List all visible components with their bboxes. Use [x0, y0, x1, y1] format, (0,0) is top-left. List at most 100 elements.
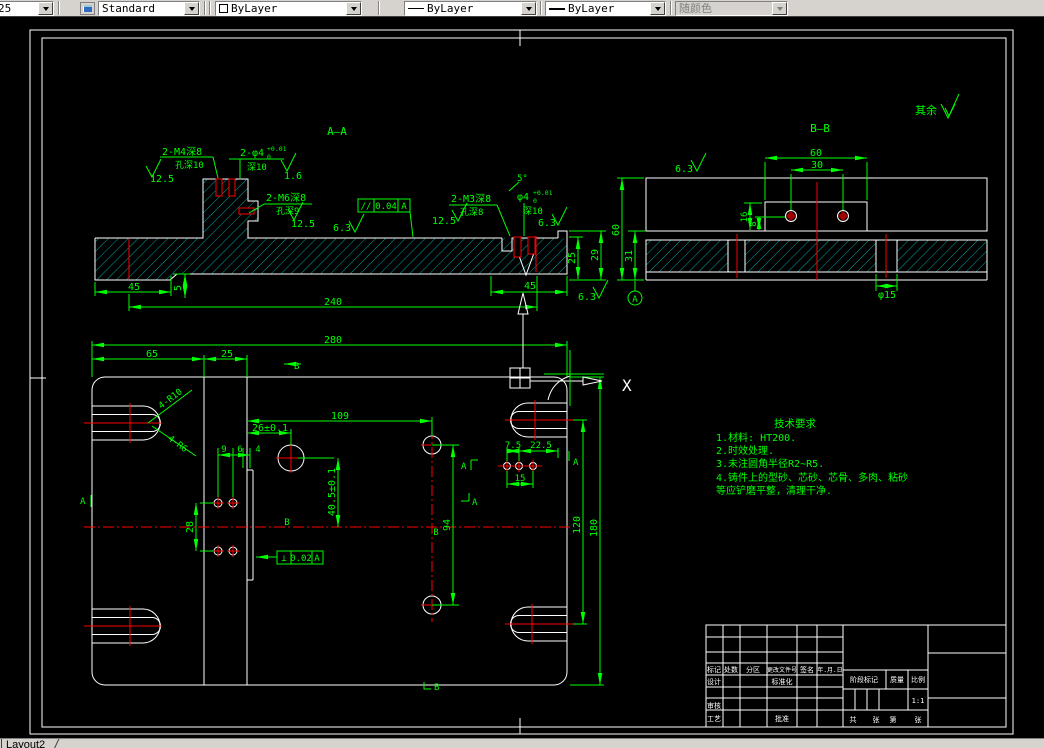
color-value: ByLayer [231, 2, 278, 15]
fcf-value: 0.02 [290, 554, 312, 564]
note-text: 深10 [523, 206, 543, 217]
properties-toolbar: 25 Standard ByLayer ByLayer ByLayer 随颜色 [0, 0, 1044, 17]
dim-text: 22.5 [530, 441, 552, 451]
lineweight-sample-icon [549, 7, 565, 10]
linetype-value: ByLayer [427, 2, 474, 15]
tb-label: 张 [915, 715, 922, 724]
lineweight-control-combo[interactable]: ByLayer [545, 1, 666, 16]
rest-label: 其余 [915, 103, 937, 117]
tech-line: 1.材料: HT200. [716, 431, 796, 444]
dim-text: 280 [324, 335, 342, 346]
datum-label: A [632, 295, 638, 305]
dim-text: 5 [173, 285, 184, 291]
tb-label: 年.月.日 [817, 666, 842, 674]
dropdown-button[interactable] [38, 2, 53, 15]
tb-label: 第 [890, 715, 897, 724]
section-label: B [434, 683, 439, 693]
roughness-value: 6.3 [333, 223, 351, 234]
fcf-datum: A [401, 202, 407, 212]
fcf-value: 0.04 [375, 202, 397, 212]
tolerance-lower: 0 [533, 197, 537, 205]
dim-text: 45 [128, 282, 140, 293]
centerline-label: B [433, 528, 438, 538]
tab-edge [1, 739, 2, 748]
text-style-value: Standard [102, 2, 155, 15]
note-text: 2-M4深8 [162, 146, 202, 158]
fcf-symbol: // [361, 202, 372, 212]
tolerance-upper: +0.01 [267, 145, 287, 153]
roughness-value: 12.5 [432, 216, 456, 227]
dim-text: 94 [442, 519, 453, 531]
dropdown-button[interactable] [346, 2, 361, 15]
roughness-value: 6.3 [578, 292, 596, 303]
drawing-canvas[interactable]: A—A 2-M4深8 孔深10 12.5 2-φ4 +0.01 0 深10 1.… [0, 0, 1044, 748]
dim-text: 25 [567, 252, 578, 264]
tb-scale-value: 1:1 [912, 697, 925, 705]
dropdown-button [772, 2, 787, 15]
color-control-combo[interactable]: ByLayer [215, 1, 362, 16]
tb-label: 工艺 [707, 715, 721, 723]
dim-text: 4 [255, 445, 260, 455]
chevron-down-icon [654, 6, 661, 11]
section-label: A [461, 462, 467, 472]
note-text: 孔深8 [460, 207, 483, 218]
section-label: B [294, 362, 299, 372]
toolbar-separator [378, 1, 380, 15]
plotstyle-control-combo: 随颜色 [675, 1, 788, 16]
dim-text: 7.5 [505, 441, 521, 451]
roughness-value: 12.5 [150, 174, 174, 185]
toolbar-separator [670, 1, 672, 15]
section-label: A [472, 498, 478, 508]
dim-text: 180 [589, 519, 600, 537]
dim-text: 30 [811, 160, 823, 171]
tech-line: 4.铸件上的型砂、芯砂、芯骨、多肉、粘砂 [716, 471, 908, 484]
dim-text: 6 [237, 445, 242, 455]
dropdown-button[interactable] [650, 2, 665, 15]
tolerance-upper: +0.01 [533, 189, 553, 197]
tab-layout2[interactable]: Layout2 [6, 739, 45, 748]
text-height-combo[interactable]: 25 [0, 1, 54, 16]
tb-label: 更改文件号 [767, 666, 797, 674]
tb-label: 标准化 [772, 677, 793, 686]
text-height-value: 25 [0, 2, 12, 15]
layers-icon [83, 5, 92, 12]
note-text: φ4 [517, 192, 529, 203]
dim-text: 26±0.1 [252, 423, 288, 434]
tech-line: 等应铲磨平整，清理干净. [716, 484, 832, 497]
roughness-value: 1.6 [284, 171, 302, 182]
dim-text: 28 [185, 521, 196, 533]
linetype-control-combo[interactable]: ByLayer [404, 1, 537, 16]
dim-text: 65 [146, 349, 158, 360]
dim-text: 240 [324, 297, 342, 308]
fcf-symbol: ⊥ [281, 554, 287, 564]
dropdown-button[interactable] [521, 2, 536, 15]
dim-text: φ15 [878, 290, 896, 301]
tb-label: 批准 [775, 714, 789, 723]
centerline-label: B [284, 518, 289, 528]
tb-label: 质量 [890, 675, 904, 684]
dim-text: 29 [590, 249, 601, 261]
tb-label: 共 [850, 715, 857, 724]
fcf-datum: A [314, 554, 320, 564]
tb-label: 标记 [707, 665, 721, 674]
tb-label: 签名 [800, 665, 814, 674]
chevron-down-icon [188, 6, 195, 11]
chevron-down-icon [42, 6, 49, 11]
roughness-value: 12.5 [291, 219, 315, 230]
tb-label: 比例 [911, 675, 925, 684]
linetype-sample-icon [408, 8, 424, 9]
dim-text: 109 [331, 411, 349, 422]
dropdown-button[interactable] [184, 2, 199, 15]
dim-text: 120 [572, 516, 583, 534]
tb-label: 阶段标记 [850, 675, 878, 684]
section-label: A [573, 458, 579, 468]
text-style-combo[interactable]: Standard [98, 1, 200, 16]
note-text: 2-M3深8 [451, 193, 491, 205]
layer-tool-icon[interactable] [80, 2, 95, 15]
toolbar-separator [540, 1, 542, 15]
chevron-down-icon [525, 6, 532, 11]
note-text: 孔深10 [175, 160, 204, 171]
tb-label: 审核 [707, 701, 721, 710]
toolbar-separator [58, 1, 60, 15]
dim-text: 40.5±0.1 [327, 468, 338, 516]
